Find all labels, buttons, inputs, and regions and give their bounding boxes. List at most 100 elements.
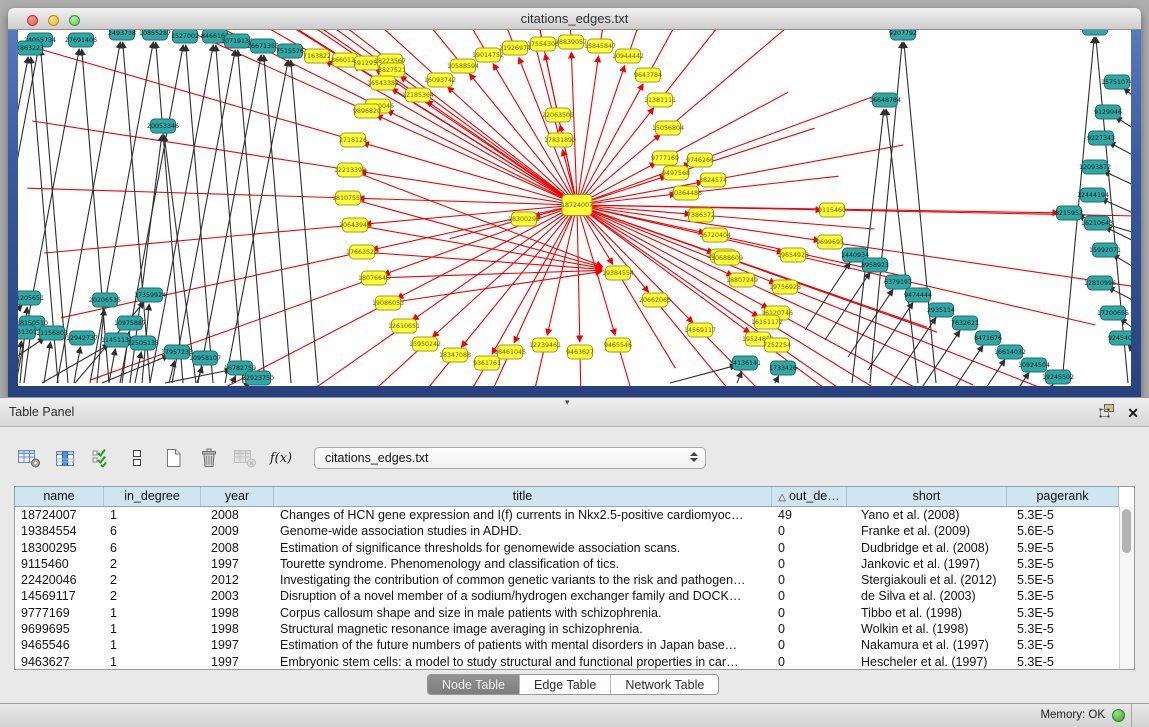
graph-node[interactable]: 20206535 <box>89 293 121 307</box>
graph-node[interactable]: 11381111 <box>644 93 676 107</box>
graph-node[interactable]: 1527002 <box>171 30 199 43</box>
table-cell[interactable]: 1998 <box>201 621 274 637</box>
table-row[interactable]: 911546021997Tourette syndrome. Phenomeno… <box>15 556 1119 572</box>
table-cell[interactable]: Estimation of the future numbers of pati… <box>274 637 772 653</box>
table-cell[interactable]: 0 <box>772 540 847 556</box>
table-cell[interactable]: 1997 <box>201 637 274 653</box>
table-cell[interactable]: 5.3E-5 <box>1007 588 1119 604</box>
graph-node[interactable]: 20662065 <box>639 293 671 307</box>
graph-node[interactable]: 16731334 <box>1079 30 1111 35</box>
graph-node[interactable]: 9129946 <box>1094 105 1122 119</box>
graph-node[interactable]: 19756928 <box>769 280 801 294</box>
graph-node[interactable]: 18107552 <box>332 191 364 205</box>
column-header-out-degree[interactable]: △out_de… <box>772 487 847 506</box>
column-header-title[interactable]: title <box>274 487 772 506</box>
graph-node[interactable]: 12505135 <box>127 336 159 350</box>
graph-node[interactable]: 18347088 <box>439 348 471 362</box>
graph-node[interactable]: 9474444 <box>904 288 932 302</box>
graph-node[interactable]: 10944442 <box>612 49 644 63</box>
graph-node[interactable]: 9227343 <box>1087 131 1115 145</box>
table-cell[interactable]: 18724007 <box>15 507 104 523</box>
delete-table-button[interactable] <box>194 444 224 472</box>
graph-node[interactable]: 16093742 <box>424 73 456 87</box>
table-cell[interactable]: 5.3E-5 <box>1007 605 1119 621</box>
table-cell[interactable]: 22420046 <box>15 572 104 588</box>
graph-node[interactable]: 1733426 <box>769 361 797 375</box>
table-cell[interactable]: 9699695 <box>15 621 104 637</box>
table-cell[interactable]: de Silva et al. (2003) <box>847 588 1007 604</box>
graph-node[interactable]: 10688609 <box>711 251 743 265</box>
vertical-scrollbar[interactable] <box>1119 507 1134 669</box>
graph-node[interactable]: 9207792 <box>889 30 917 40</box>
table-cell[interactable]: 0 <box>772 621 847 637</box>
table-cell[interactable]: 5.6E-5 <box>1007 523 1119 539</box>
graph-node[interactable]: 15751074 <box>1101 75 1131 89</box>
graph-node[interactable]: 17200655 <box>1097 306 1129 320</box>
graph-node[interactable]: 6379197 <box>884 275 912 289</box>
table-cell[interactable]: Wolkin et al. (1998) <box>847 621 1007 637</box>
graph-node[interactable]: 16151172 <box>751 315 783 329</box>
graph-node[interactable]: 19654923 <box>777 248 809 262</box>
graph-node[interactable]: 9746266 <box>686 153 714 167</box>
graph-node[interactable]: 12093872 <box>1079 160 1111 174</box>
graph-node[interactable]: 16210643 <box>1081 216 1113 230</box>
graph-node[interactable]: 15845847 <box>584 39 616 53</box>
show-column-button[interactable] <box>50 444 80 472</box>
graph-node[interactable]: 9115460 <box>818 203 846 217</box>
table-cell[interactable]: 2 <box>104 588 201 604</box>
table-cell[interactable]: 9777169 <box>15 605 104 621</box>
table-cell[interactable]: 1 <box>104 605 201 621</box>
table-cell[interactable]: 5.3E-5 <box>1007 556 1119 572</box>
table-cell[interactable]: Corpus callosum shape and size in male p… <box>274 605 772 621</box>
graph-node[interactable]: 12185364 <box>402 88 434 102</box>
table-cell[interactable]: 5.3E-5 <box>1007 621 1119 637</box>
graph-node[interactable]: 18839057 <box>555 35 587 49</box>
table-cell[interactable]: 49 <box>772 507 847 523</box>
table-row[interactable]: 1938455462009Genome-wide association stu… <box>15 523 1119 539</box>
graph-node[interactable]: 9361761 <box>473 356 501 370</box>
graph-node[interactable]: 17663523 <box>346 245 378 259</box>
close-panel-icon[interactable]: ✕ <box>1127 404 1139 422</box>
table-selector-dropdown[interactable]: citations_edges.txt <box>314 447 706 469</box>
table-cell[interactable]: Investigating the contribution of common… <box>274 572 772 588</box>
edit-columns-button[interactable] <box>86 444 116 472</box>
function-builder-button[interactable]: f(x) <box>266 444 296 472</box>
graph-node[interactable]: 12444194 <box>1077 188 1109 202</box>
graph-node[interactable]: 3824574 <box>699 173 727 187</box>
table-cell[interactable]: Embryonic stem cells: a model to study s… <box>274 654 772 669</box>
graph-node[interactable]: 12213398 <box>334 163 366 177</box>
tab-node-table[interactable]: Node Table <box>428 675 520 694</box>
graph-node[interactable]: 21205651 <box>18 291 44 305</box>
graph-node[interactable]: 17831890 <box>544 133 576 147</box>
table-cell[interactable]: 1 <box>104 507 201 523</box>
table-cell[interactable]: Genome-wide association studies in ADHD. <box>274 523 772 539</box>
table-cell[interactable]: 1998 <box>201 605 274 621</box>
graph-node[interactable]: 18724007 <box>561 195 593 216</box>
graph-node[interactable]: 1863223 <box>18 41 44 55</box>
graph-node[interactable]: 7515526 <box>276 44 304 58</box>
graph-node[interactable]: 7632621 <box>951 316 979 330</box>
table-cell[interactable]: 9465546 <box>15 637 104 653</box>
graph-node[interactable]: 12810996 <box>1084 276 1116 290</box>
tab-network-table[interactable]: Network Table <box>611 675 718 694</box>
graph-node[interactable]: 9465546 <box>604 338 632 352</box>
table-row[interactable]: 946554611997Estimation of the future num… <box>15 637 1119 653</box>
table-cell[interactable]: Tourette syndrome. Phenomenology and cla… <box>274 556 772 572</box>
graph-node[interactable]: 9699695 <box>816 235 844 249</box>
table-cell[interactable]: 5.9E-5 <box>1007 540 1119 556</box>
graph-node[interactable]: 8215953 <box>1055 206 1083 220</box>
graph-node[interactable]: 16543382 <box>367 76 399 90</box>
table-row[interactable]: 969969511998Structural magnetic resonanc… <box>15 621 1119 637</box>
graph-node[interactable]: 15056804 <box>652 121 684 135</box>
graph-node[interactable]: 9497568 <box>662 166 690 180</box>
network-graph-svg[interactable]: 1872400718300295716382286601285912954182… <box>18 30 1131 386</box>
table-cell[interactable]: 2008 <box>201 540 274 556</box>
graph-node[interactable]: 9643784 <box>634 68 662 82</box>
table-row[interactable]: 1872400712008Changes of HCN gene express… <box>15 507 1119 523</box>
table-cell[interactable]: 2009 <box>201 523 274 539</box>
table-cell[interactable]: 19384554 <box>15 523 104 539</box>
splitter-grip-icon[interactable]: ▾ <box>565 398 570 406</box>
graph-node[interactable]: 27691406 <box>65 33 97 47</box>
graph-node[interactable]: 19245502 <box>1042 370 1074 384</box>
table-row[interactable]: 1830029562008Estimation of significance … <box>15 540 1119 556</box>
